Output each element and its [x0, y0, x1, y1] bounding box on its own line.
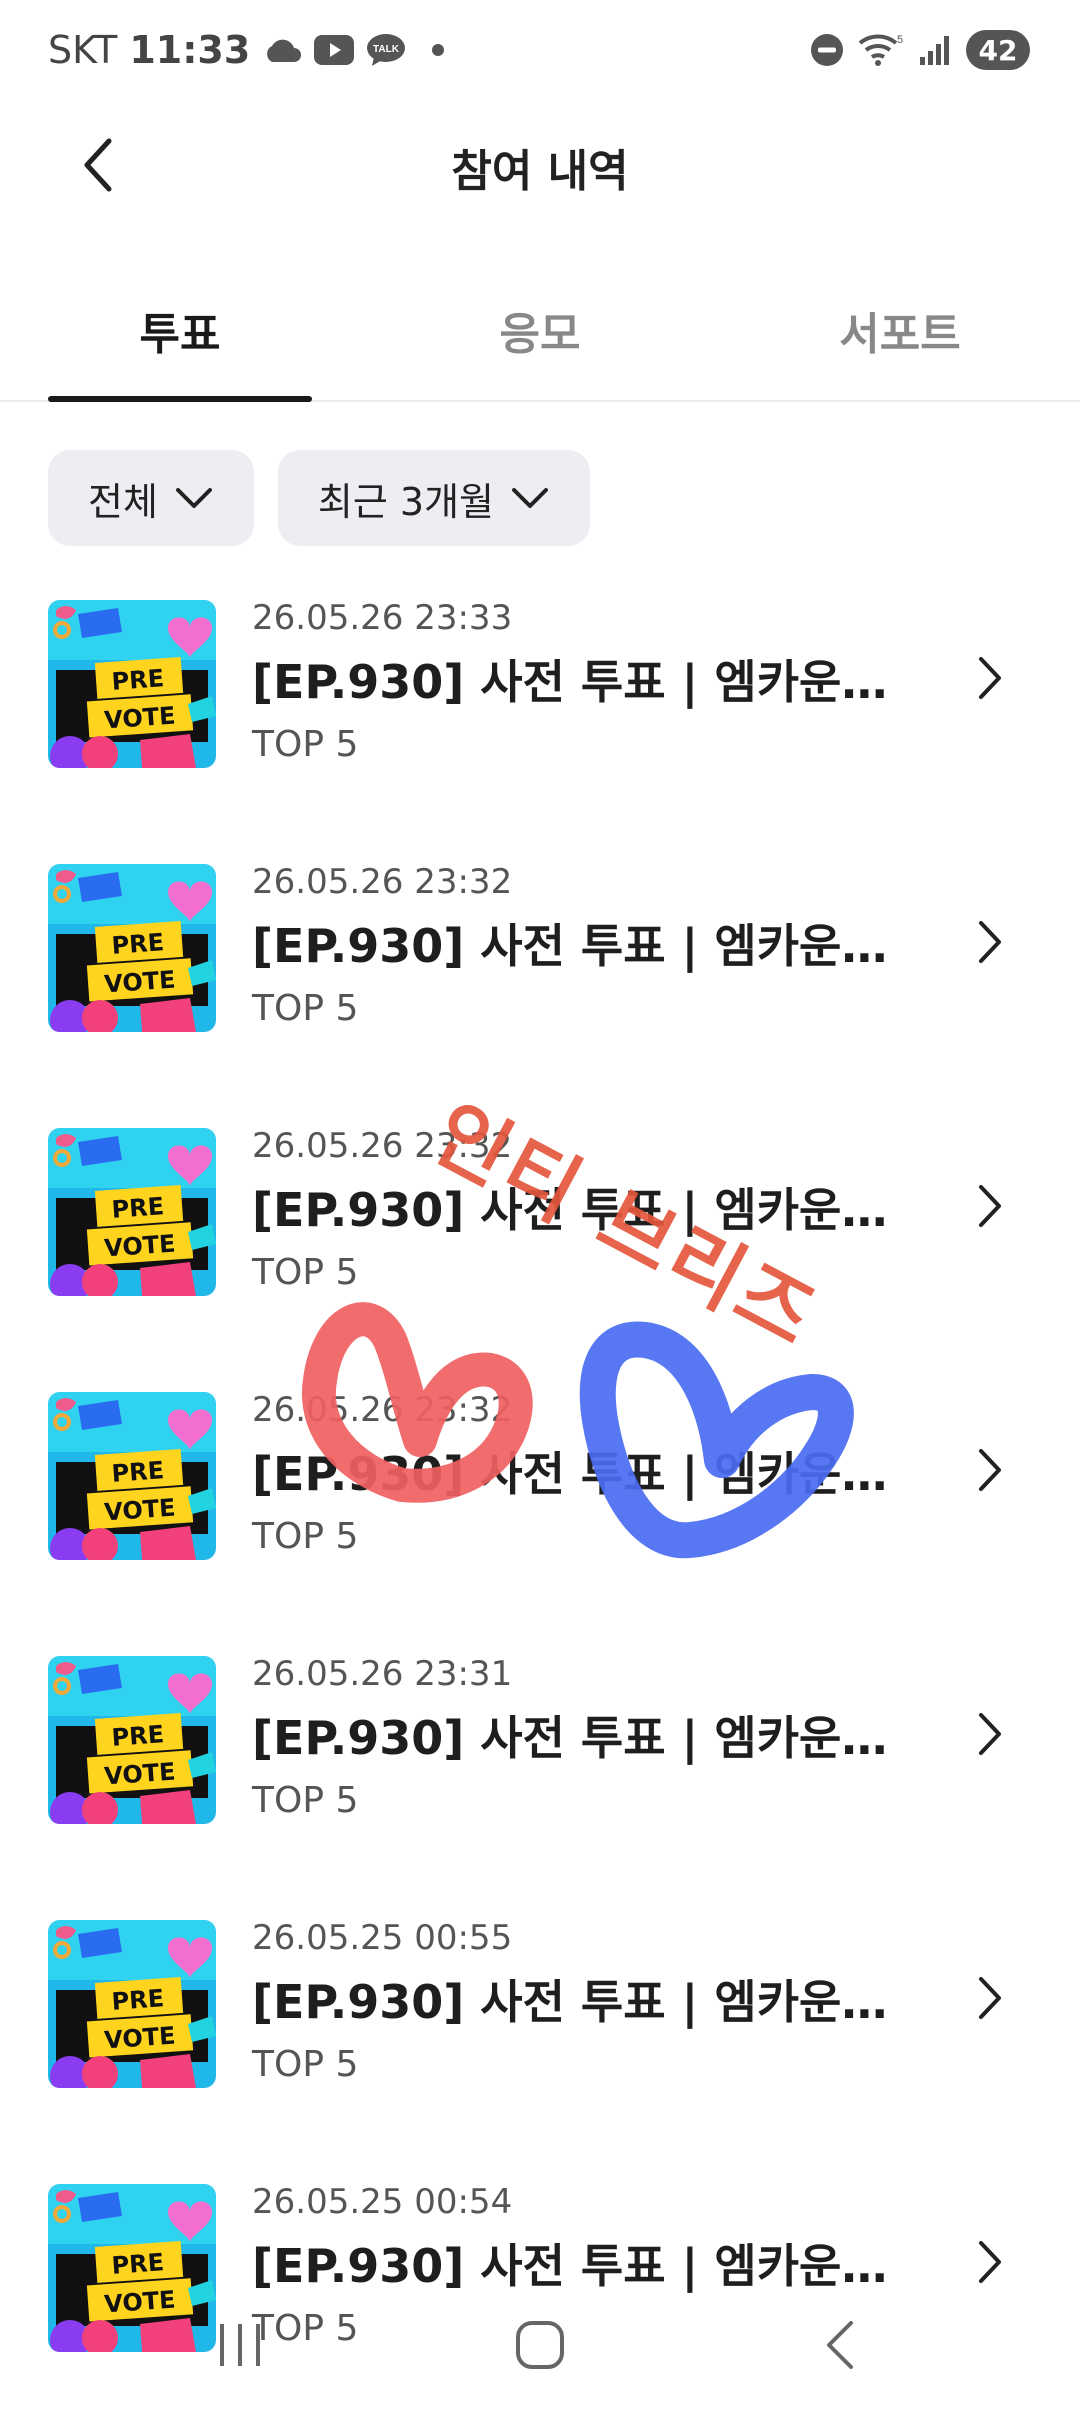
type-filter-dropdown[interactable]: 전체 [48, 450, 254, 546]
list-item[interactable]: PRE VOTE 26.05.26 23:32 [EP.930] 사전 투표 |… [0, 852, 1080, 1116]
list-item[interactable]: PRE VOTE 26.05.26 23:31 [EP.930] 사전 투표 |… [0, 1644, 1080, 1908]
recents-button[interactable] [190, 2310, 290, 2380]
item-rank: TOP 5 [252, 988, 359, 1029]
cloud-icon [262, 36, 302, 64]
item-title: [EP.930] 사전 투표 | 엠카운트다운 [252, 1183, 922, 1237]
thumb-pre-text: PRE [111, 2248, 165, 2280]
chevron-down-icon [175, 488, 212, 508]
chevron-right-icon [970, 1440, 1010, 1500]
item-title: [EP.930] 사전 투표 | 엠카운트다운 [252, 655, 922, 709]
thumb-pre-text: PRE [111, 1720, 165, 1752]
system-nav-bar [0, 2290, 1080, 2400]
item-title: [EP.930] 사전 투표 | 엠카운트다운 [252, 2239, 922, 2293]
period-filter-label: 최근 3개월 [317, 479, 495, 524]
item-date: 26.05.26 23:32 [252, 1390, 513, 1430]
list-item[interactable]: PRE VOTE 26.05.26 23:33 [EP.930] 사전 투표 |… [0, 588, 1080, 852]
chevron-right-icon [970, 2232, 1010, 2292]
notification-dot-icon [432, 44, 445, 56]
prevote-thumbnail: PRE VOTE [48, 600, 216, 768]
list-item[interactable]: PRE VOTE 26.05.25 00:55 [EP.930] 사전 투표 |… [0, 1908, 1080, 2172]
thumb-vote-text: VOTE [103, 1758, 176, 1791]
item-title: [EP.930] 사전 투표 | 엠카운트다운 [252, 1975, 922, 2029]
prevote-thumbnail: PRE VOTE [48, 1656, 216, 1824]
chevron-down-icon [512, 488, 549, 508]
list-item[interactable]: PRE VOTE 26.05.26 23:32 [EP.930] 사전 투표 |… [0, 1380, 1080, 1644]
thumb-pre-text: PRE [111, 928, 165, 960]
type-filter-label: 전체 [88, 479, 158, 524]
page-title: 참여 내역 [451, 146, 629, 197]
thumb-pre-text: PRE [111, 1192, 165, 1224]
thumb-vote-text: VOTE [103, 2022, 176, 2055]
thumb-pre-text: PRE [111, 1984, 165, 2016]
prevote-thumbnail: PRE VOTE [48, 1128, 216, 1296]
item-title: [EP.930] 사전 투표 | 엠카운트다운 [252, 1447, 922, 1501]
item-date: 26.05.26 23:32 [252, 1126, 513, 1166]
thumb-vote-text: VOTE [103, 966, 176, 999]
dnd-icon [810, 33, 844, 67]
item-title: [EP.930] 사전 투표 | 엠카운트다운 [252, 919, 922, 973]
home-icon [516, 2321, 564, 2369]
talk-badge-text: TALK [373, 44, 400, 55]
item-rank: TOP 5 [252, 1780, 359, 1821]
item-date: 26.05.26 23:31 [252, 1654, 513, 1694]
prevote-thumbnail: PRE VOTE [48, 864, 216, 1032]
thumb-vote-text: VOTE [103, 702, 176, 735]
clock-time: 11:33 [129, 28, 251, 72]
list-item[interactable]: PRE VOTE 26.05.26 23:32 [EP.930] 사전 투표 |… [0, 1116, 1080, 1380]
item-rank: TOP 5 [252, 1516, 359, 1557]
prevote-thumbnail: PRE VOTE [48, 1392, 216, 1560]
status-bar: SKT 11:33 TALK 5 42 [0, 0, 1080, 100]
tab-vote[interactable]: 투표 [0, 260, 360, 400]
item-date: 26.05.26 23:32 [252, 862, 513, 902]
youtube-icon [314, 35, 355, 65]
item-rank: TOP 5 [252, 2044, 359, 2085]
app-header: 참여 내역 [0, 100, 1080, 230]
chevron-right-icon [970, 912, 1010, 972]
tab-bar: 투표 응모 서포트 [0, 260, 1080, 402]
item-date: 26.05.25 00:54 [252, 2182, 513, 2222]
recents-icon [220, 2324, 260, 2366]
talk-icon: TALK [366, 33, 406, 67]
item-rank: TOP 5 [252, 1252, 359, 1293]
vote-history-list: PRE VOTE 26.05.26 23:33 [EP.930] 사전 투표 |… [0, 588, 1080, 2436]
thumb-vote-text: VOTE [103, 1230, 176, 1263]
thumb-pre-text: PRE [111, 1456, 165, 1488]
item-rank: TOP 5 [252, 724, 359, 765]
prevote-thumbnail: PRE VOTE [48, 1920, 216, 2088]
tab-support[interactable]: 서포트 [720, 260, 1080, 400]
battery-indicator: 42 [966, 30, 1030, 70]
item-title: [EP.930] 사전 투표 | 엠카운트다운 [252, 1711, 922, 1765]
item-date: 26.05.25 00:55 [252, 1918, 513, 1958]
period-filter-dropdown[interactable]: 최근 3개월 [277, 450, 591, 546]
back-icon [827, 2321, 853, 2369]
item-date: 26.05.26 23:33 [252, 598, 513, 638]
thumb-pre-text: PRE [111, 664, 165, 696]
wifi-badge-text: 5 [897, 34, 903, 46]
tab-entry[interactable]: 응모 [360, 260, 720, 400]
chevron-right-icon [970, 1176, 1010, 1236]
home-button[interactable] [490, 2310, 590, 2380]
nav-back-button[interactable] [790, 2310, 890, 2380]
active-tab-indicator [48, 396, 312, 402]
thumb-vote-text: VOTE [103, 1494, 176, 1527]
signal-icon [918, 33, 952, 67]
carrier-label: SKT [48, 28, 118, 72]
filter-bar: 전체 최근 3개월 [48, 450, 591, 546]
chevron-right-icon [970, 1968, 1010, 2028]
chevron-right-icon [970, 1704, 1010, 1764]
chevron-right-icon [970, 648, 1010, 708]
wifi-icon: 5 [858, 33, 904, 67]
